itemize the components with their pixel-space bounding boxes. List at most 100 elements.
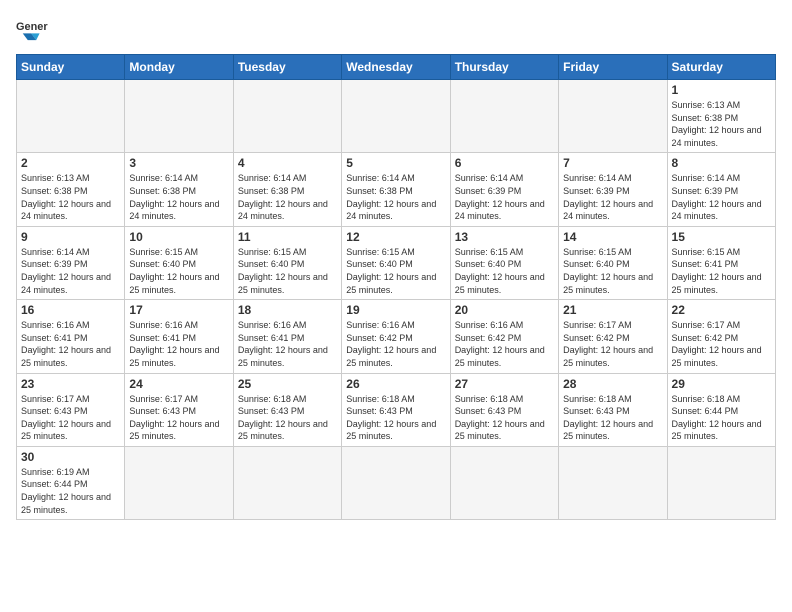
- calendar-cell: [667, 446, 775, 519]
- day-number: 22: [672, 303, 771, 317]
- calendar-cell: 21 Sunrise: 6:17 AM Sunset: 6:42 PM Dayli…: [559, 300, 667, 373]
- calendar-cell: 3 Sunrise: 6:14 AM Sunset: 6:38 PM Daylig…: [125, 153, 233, 226]
- day-info: Sunrise: 6:15 AM Sunset: 6:40 PM Dayligh…: [455, 246, 554, 296]
- calendar-week-row: 9Sunrise: 6:14 AM Sunset: 6:39 PM Daylig…: [17, 226, 776, 299]
- calendar-cell: 20 Sunrise: 6:16 AM Sunset: 6:42 PM Dayli…: [450, 300, 558, 373]
- calendar-cell: 24Sunrise: 6:17 AM Sunset: 6:43 PM Dayli…: [125, 373, 233, 446]
- day-info: Sunrise: 6:14 AM Sunset: 6:39 PM Dayligh…: [672, 172, 771, 222]
- day-info: Sunrise: 6:15 AM Sunset: 6:40 PM Dayligh…: [129, 246, 228, 296]
- day-number: 28: [563, 377, 662, 391]
- calendar-week-row: 2Sunrise: 6:13 AM Sunset: 6:38 PM Daylig…: [17, 153, 776, 226]
- calendar-cell: 23 Sunrise: 6:17 AM Sunset: 6:43 PM Dayli…: [17, 373, 125, 446]
- page-header: General: [16, 16, 776, 44]
- calendar-cell: [450, 446, 558, 519]
- calendar-cell: 6Sunrise: 6:14 AM Sunset: 6:39 PM Daylig…: [450, 153, 558, 226]
- day-info: Sunrise: 6:18 AM Sunset: 6:43 PM Dayligh…: [563, 393, 662, 443]
- calendar-cell: [342, 446, 450, 519]
- day-info: Sunrise: 6:17 AM Sunset: 6:42 PM Dayligh…: [672, 319, 771, 369]
- calendar-cell: 7 Sunrise: 6:14 AM Sunset: 6:39 PM Daylig…: [559, 153, 667, 226]
- calendar-cell: 12Sunrise: 6:15 AM Sunset: 6:40 PM Dayli…: [342, 226, 450, 299]
- day-info: Sunrise: 6:15 AM Sunset: 6:40 PM Dayligh…: [238, 246, 337, 296]
- calendar-cell: 28 Sunrise: 6:18 AM Sunset: 6:43 PM Dayli…: [559, 373, 667, 446]
- weekday-header-tuesday: Tuesday: [233, 55, 341, 80]
- calendar-week-row: 16 Sunrise: 6:16 AM Sunset: 6:41 PM Dayli…: [17, 300, 776, 373]
- calendar-week-row: 23 Sunrise: 6:17 AM Sunset: 6:43 PM Dayli…: [17, 373, 776, 446]
- day-number: 2: [21, 156, 120, 170]
- weekday-header-friday: Friday: [559, 55, 667, 80]
- day-info: Sunrise: 6:18 AM Sunset: 6:44 PM Dayligh…: [672, 393, 771, 443]
- day-info: Sunrise: 6:15 AM Sunset: 6:41 PM Dayligh…: [672, 246, 771, 296]
- weekday-header-saturday: Saturday: [667, 55, 775, 80]
- calendar-cell: 10 Sunrise: 6:15 AM Sunset: 6:40 PM Dayli…: [125, 226, 233, 299]
- day-info: Sunrise: 6:13 AM Sunset: 6:38 PM Dayligh…: [672, 99, 771, 149]
- day-number: 24: [129, 377, 228, 391]
- day-number: 8: [672, 156, 771, 170]
- day-number: 20: [455, 303, 554, 317]
- calendar-cell: 19Sunrise: 6:16 AM Sunset: 6:42 PM Dayli…: [342, 300, 450, 373]
- logo: General: [16, 16, 52, 44]
- weekday-header-wednesday: Wednesday: [342, 55, 450, 80]
- calendar-cell: 16 Sunrise: 6:16 AM Sunset: 6:41 PM Dayli…: [17, 300, 125, 373]
- day-number: 23: [21, 377, 120, 391]
- calendar-cell: 8 Sunrise: 6:14 AM Sunset: 6:39 PM Daylig…: [667, 153, 775, 226]
- calendar-cell: 26 Sunrise: 6:18 AM Sunset: 6:43 PM Dayli…: [342, 373, 450, 446]
- calendar-week-row: 1 Sunrise: 6:13 AM Sunset: 6:38 PM Daylig…: [17, 80, 776, 153]
- day-info: Sunrise: 6:17 AM Sunset: 6:43 PM Dayligh…: [21, 393, 120, 443]
- calendar-cell: 25Sunrise: 6:18 AM Sunset: 6:43 PM Dayli…: [233, 373, 341, 446]
- day-number: 1: [672, 83, 771, 97]
- calendar-cell: [233, 446, 341, 519]
- calendar-cell: [559, 446, 667, 519]
- day-number: 5: [346, 156, 445, 170]
- weekday-header-thursday: Thursday: [450, 55, 558, 80]
- day-number: 10: [129, 230, 228, 244]
- day-number: 16: [21, 303, 120, 317]
- calendar-cell: 1 Sunrise: 6:13 AM Sunset: 6:38 PM Daylig…: [667, 80, 775, 153]
- calendar-header-row: SundayMondayTuesdayWednesdayThursdayFrid…: [17, 55, 776, 80]
- day-number: 18: [238, 303, 337, 317]
- day-info: Sunrise: 6:14 AM Sunset: 6:39 PM Dayligh…: [563, 172, 662, 222]
- calendar-cell: 4 Sunrise: 6:14 AM Sunset: 6:38 PM Daylig…: [233, 153, 341, 226]
- day-number: 30: [21, 450, 120, 464]
- day-number: 9: [21, 230, 120, 244]
- calendar-cell: 9Sunrise: 6:14 AM Sunset: 6:39 PM Daylig…: [17, 226, 125, 299]
- calendar-week-row: 30 Sunrise: 6:19 AM Sunset: 6:44 PM Dayli…: [17, 446, 776, 519]
- day-number: 12: [346, 230, 445, 244]
- day-info: Sunrise: 6:16 AM Sunset: 6:41 PM Dayligh…: [129, 319, 228, 369]
- day-number: 13: [455, 230, 554, 244]
- calendar-cell: 15Sunrise: 6:15 AM Sunset: 6:41 PM Dayli…: [667, 226, 775, 299]
- day-info: Sunrise: 6:16 AM Sunset: 6:41 PM Dayligh…: [21, 319, 120, 369]
- calendar-cell: 13 Sunrise: 6:15 AM Sunset: 6:40 PM Dayli…: [450, 226, 558, 299]
- day-number: 17: [129, 303, 228, 317]
- day-number: 7: [563, 156, 662, 170]
- day-info: Sunrise: 6:16 AM Sunset: 6:42 PM Dayligh…: [455, 319, 554, 369]
- day-number: 27: [455, 377, 554, 391]
- day-info: Sunrise: 6:18 AM Sunset: 6:43 PM Dayligh…: [346, 393, 445, 443]
- calendar-cell: [559, 80, 667, 153]
- calendar-cell: [125, 80, 233, 153]
- calendar-table: SundayMondayTuesdayWednesdayThursdayFrid…: [16, 54, 776, 520]
- weekday-header-sunday: Sunday: [17, 55, 125, 80]
- calendar-cell: 2Sunrise: 6:13 AM Sunset: 6:38 PM Daylig…: [17, 153, 125, 226]
- calendar-cell: 27Sunrise: 6:18 AM Sunset: 6:43 PM Dayli…: [450, 373, 558, 446]
- day-info: Sunrise: 6:19 AM Sunset: 6:44 PM Dayligh…: [21, 466, 120, 516]
- calendar-cell: 30 Sunrise: 6:19 AM Sunset: 6:44 PM Dayli…: [17, 446, 125, 519]
- calendar-cell: [450, 80, 558, 153]
- day-info: Sunrise: 6:14 AM Sunset: 6:38 PM Dayligh…: [238, 172, 337, 222]
- day-number: 11: [238, 230, 337, 244]
- calendar-cell: [342, 80, 450, 153]
- day-info: Sunrise: 6:16 AM Sunset: 6:42 PM Dayligh…: [346, 319, 445, 369]
- calendar-cell: 18 Sunrise: 6:16 AM Sunset: 6:41 PM Dayli…: [233, 300, 341, 373]
- calendar-cell: [233, 80, 341, 153]
- day-info: Sunrise: 6:16 AM Sunset: 6:41 PM Dayligh…: [238, 319, 337, 369]
- day-number: 3: [129, 156, 228, 170]
- weekday-header-monday: Monday: [125, 55, 233, 80]
- day-number: 26: [346, 377, 445, 391]
- svg-text:General: General: [16, 21, 48, 33]
- calendar-cell: [125, 446, 233, 519]
- day-number: 4: [238, 156, 337, 170]
- day-info: Sunrise: 6:17 AM Sunset: 6:42 PM Dayligh…: [563, 319, 662, 369]
- day-number: 14: [563, 230, 662, 244]
- day-info: Sunrise: 6:15 AM Sunset: 6:40 PM Dayligh…: [563, 246, 662, 296]
- day-number: 21: [563, 303, 662, 317]
- day-info: Sunrise: 6:14 AM Sunset: 6:38 PM Dayligh…: [129, 172, 228, 222]
